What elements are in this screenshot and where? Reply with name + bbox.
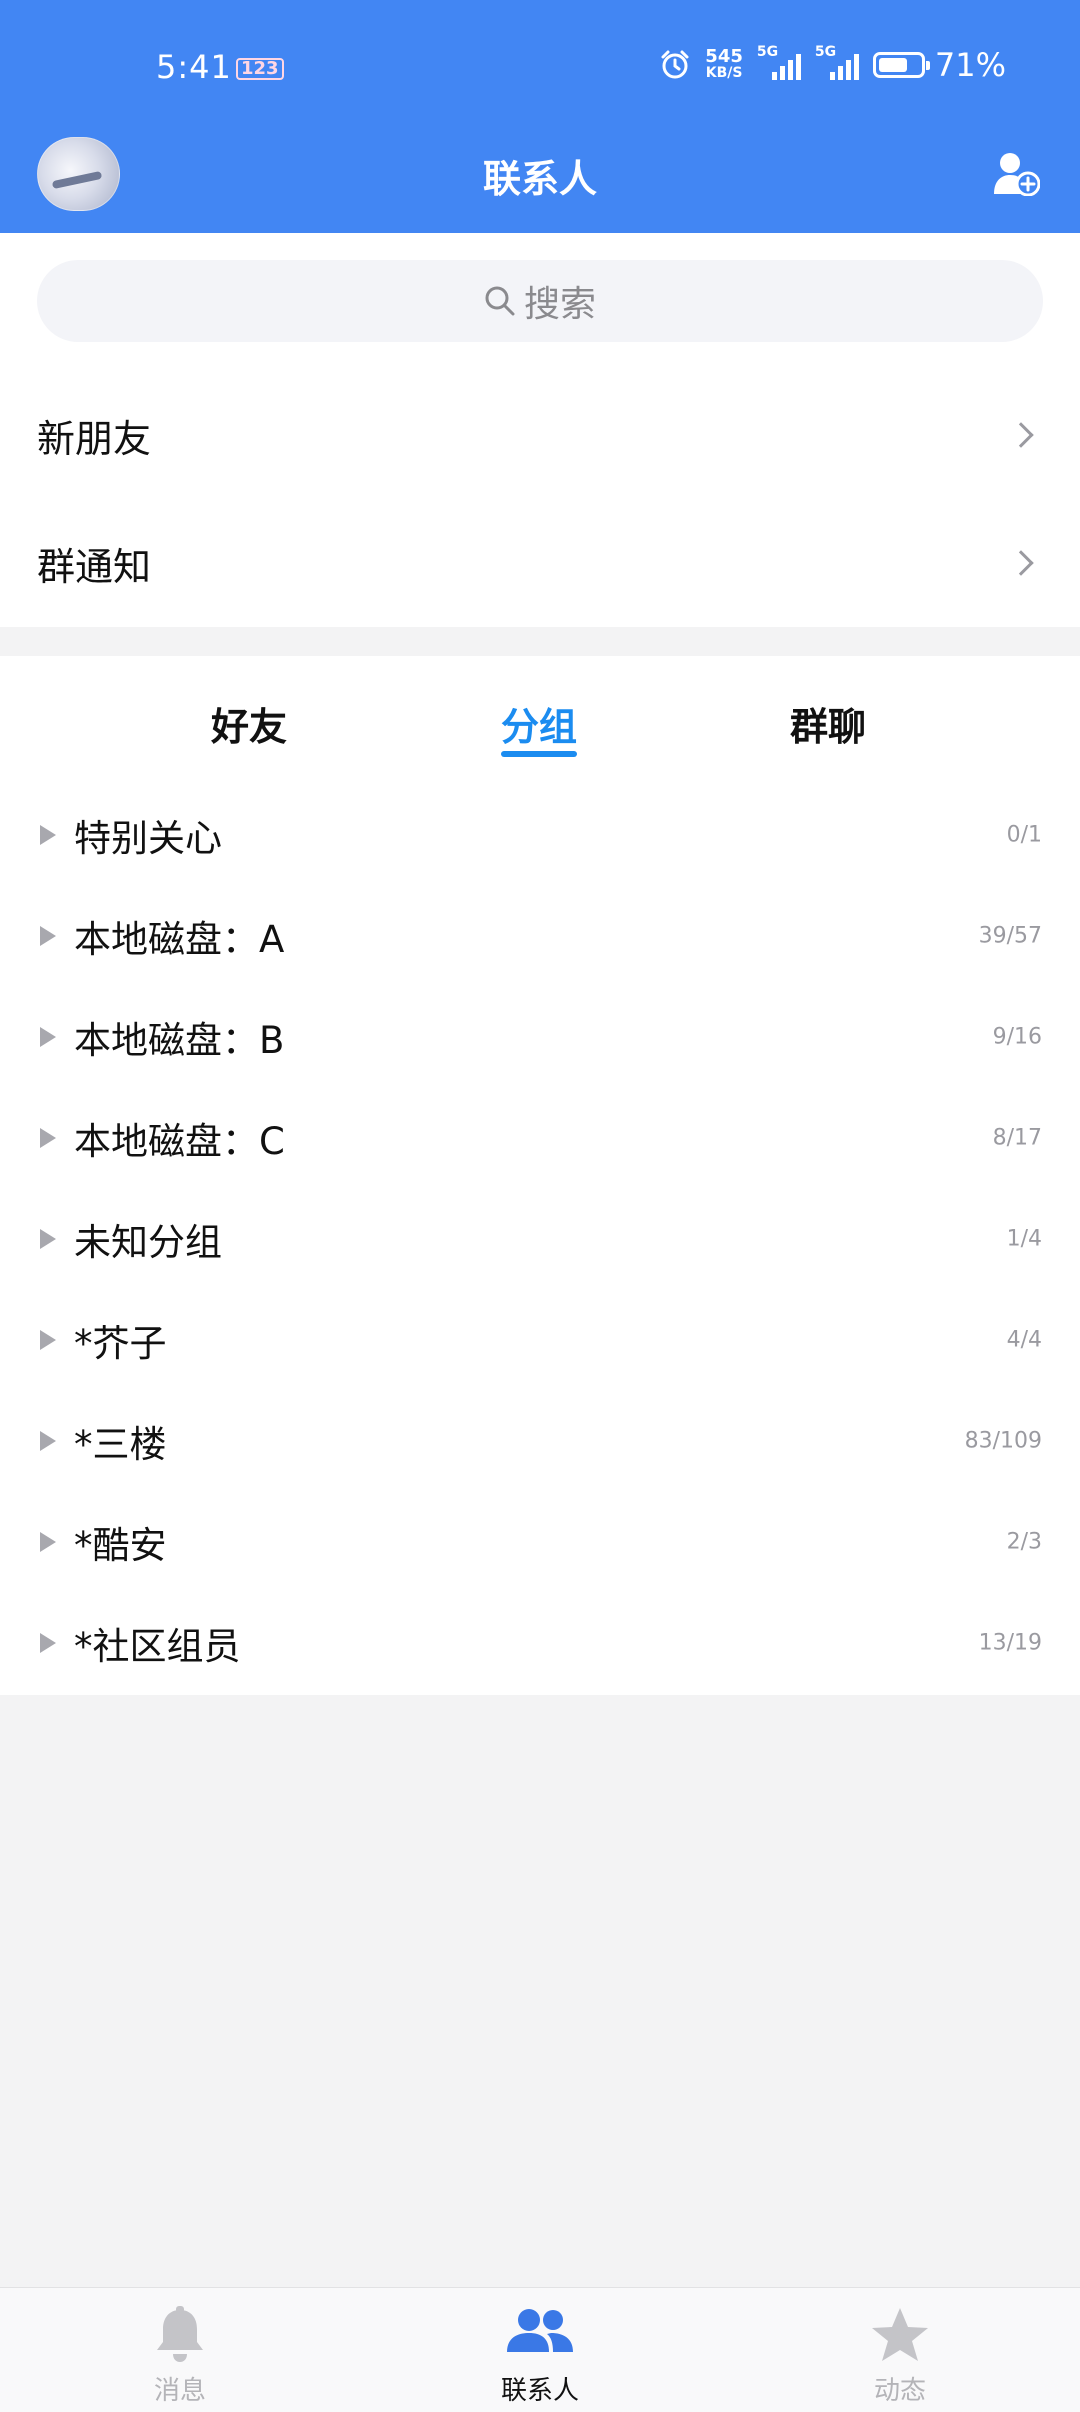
page-title: 联系人 — [482, 157, 597, 201]
group-name: *酷安 — [74, 1523, 167, 1567]
group-name: 本地磁盘：A — [74, 917, 285, 961]
tab-group-chats[interactable]: 群聊 — [790, 696, 866, 751]
group-count: 9/16 — [992, 1024, 1042, 1049]
bottom-nav: 消息 联系人 动态 — [0, 2287, 1080, 2412]
list-item[interactable]: 特别关心 0/1 — [0, 784, 1080, 885]
group-count: 2/3 — [1006, 1529, 1042, 1554]
bell-icon — [157, 2306, 203, 2362]
group-count: 83/109 — [964, 1428, 1042, 1453]
expand-arrow-icon — [40, 1430, 56, 1451]
battery-percent: 71% — [934, 46, 1006, 84]
nav-contacts[interactable]: 联系人 — [440, 2288, 640, 2412]
battery-fill — [878, 58, 908, 72]
expand-arrow-icon — [40, 1127, 56, 1148]
battery-icon — [872, 52, 930, 78]
signal-5g-icon-2: 5G — [815, 44, 859, 82]
group-name: 特别关心 — [74, 816, 222, 860]
list-item[interactable]: 未知分组 1/4 — [0, 1188, 1080, 1289]
nav-feed-label: 动态 — [873, 2376, 926, 2406]
group-count: 8/17 — [992, 1125, 1042, 1150]
nav-messages[interactable]: 消息 — [80, 2288, 280, 2412]
expand-arrow-icon — [40, 1329, 56, 1350]
new-friends-row[interactable]: 新朋友 — [0, 371, 1080, 499]
new-friends-label: 新朋友 — [37, 416, 152, 461]
group-notice-label: 群通知 — [37, 544, 152, 589]
list-item[interactable]: 本地磁盘：A 39/57 — [0, 885, 1080, 986]
group-name: *三楼 — [74, 1422, 167, 1466]
nav-feed[interactable]: 动态 — [800, 2288, 1000, 2412]
group-count: 39/57 — [978, 923, 1042, 948]
expand-arrow-icon — [40, 1632, 56, 1653]
search-placeholder: 搜索 — [523, 284, 596, 325]
group-name: *社区组员 — [74, 1624, 241, 1668]
list-item[interactable]: *酷安 2/3 — [0, 1491, 1080, 1592]
contacts-icon — [507, 2309, 573, 2352]
list-item[interactable]: 本地磁盘：C 8/17 — [0, 1087, 1080, 1188]
chevron-right-icon — [1008, 550, 1034, 576]
battery-indicator: 71% — [872, 46, 1006, 84]
search-icon — [485, 286, 515, 316]
group-name: 本地磁盘：C — [74, 1119, 285, 1163]
alarm-icon — [661, 50, 689, 79]
expand-arrow-icon — [40, 925, 56, 946]
star-icon — [872, 2308, 928, 2361]
status-indicators: 545 KB/S 5G 5G 71% — [659, 44, 1006, 84]
expand-arrow-icon — [40, 1531, 56, 1552]
tab-bar: 好友 分组 群聊 — [0, 656, 1080, 760]
expand-arrow-icon — [40, 1026, 56, 1047]
group-name: 本地磁盘：B — [74, 1018, 285, 1062]
group-count: 0/1 — [1006, 822, 1042, 847]
list-item[interactable]: *三楼 83/109 — [0, 1390, 1080, 1491]
list-item[interactable]: *社区组员 13/19 — [0, 1592, 1080, 1693]
search-section: 搜索 新朋友 群通知 — [0, 233, 1080, 627]
tab-groups[interactable]: 分组 — [501, 696, 577, 751]
network-speed: 545 KB/S — [705, 46, 743, 82]
expand-arrow-icon — [40, 1228, 56, 1249]
group-name: 未知分组 — [74, 1220, 222, 1264]
status-badge: 123 — [236, 58, 284, 80]
add-contact-icon[interactable] — [992, 150, 1040, 196]
chevron-right-icon — [1008, 422, 1034, 448]
group-count: 1/4 — [1006, 1226, 1042, 1251]
group-name: *芥子 — [74, 1321, 167, 1365]
nav-messages-label: 消息 — [153, 2376, 206, 2406]
group-count: 13/19 — [978, 1630, 1042, 1655]
group-notice-row[interactable]: 群通知 — [0, 499, 1080, 627]
status-time: 5:41 — [156, 48, 232, 86]
search-input[interactable]: 搜索 — [37, 260, 1043, 342]
nav-contacts-label: 联系人 — [500, 2376, 579, 2406]
tab-friends[interactable]: 好友 — [211, 696, 287, 751]
expand-arrow-icon — [40, 824, 56, 845]
group-count: 4/4 — [1006, 1327, 1042, 1352]
list-item[interactable]: *芥子 4/4 — [0, 1289, 1080, 1390]
top-header: 5:41 123 545 KB/S 5G 5G 71% 联系人 — [0, 0, 1080, 233]
signal-5g-icon: 5G — [757, 44, 801, 82]
contacts-panel: 好友 分组 群聊 特别关心 0/1 本地磁盘：A 39/57 本地磁盘：B 9/… — [0, 656, 1080, 1695]
list-item[interactable]: 本地磁盘：B 9/16 — [0, 986, 1080, 1087]
tab-active-indicator — [501, 751, 577, 757]
